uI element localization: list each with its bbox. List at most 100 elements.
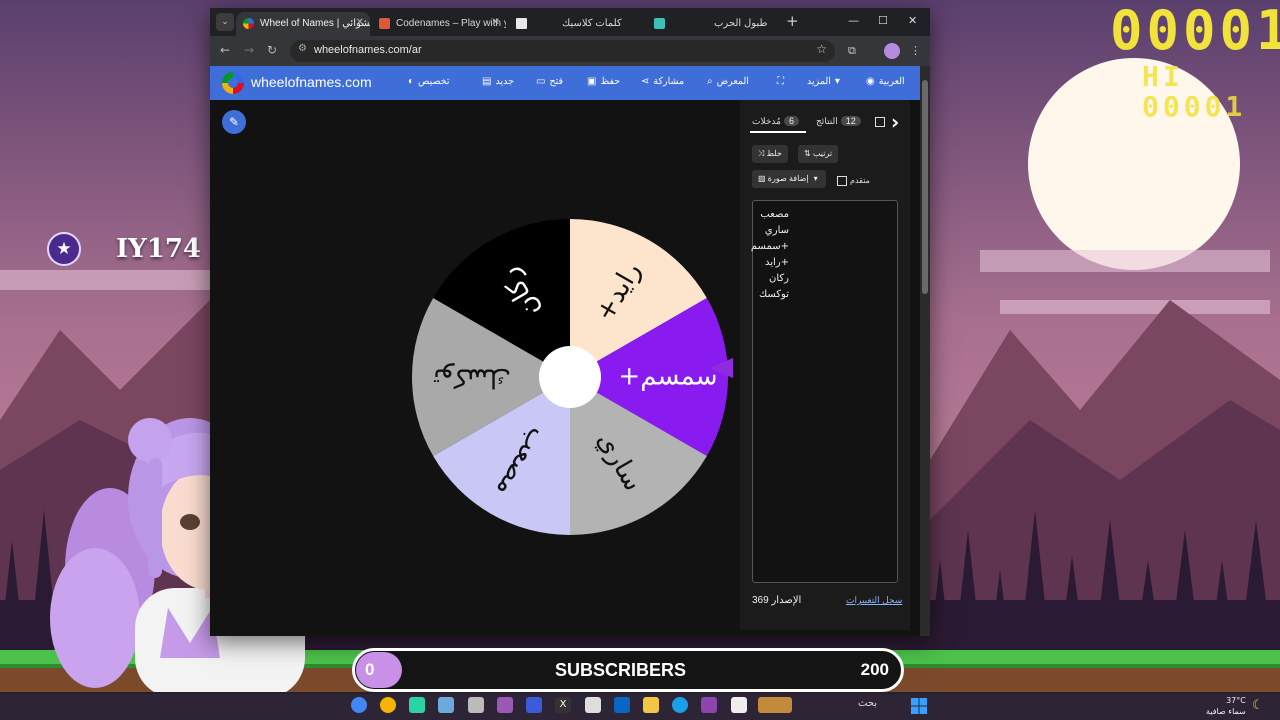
chevron-right-icon[interactable]: › [891, 110, 899, 134]
version-label: الإصدار 369 [752, 595, 802, 606]
hide-checkbox[interactable] [875, 117, 885, 127]
weather-widget[interactable]: 37°C سماء صافية [1206, 695, 1246, 717]
progress-fill [356, 652, 402, 688]
back-icon[interactable]: ← [220, 43, 230, 57]
wheel-pointer [709, 358, 733, 378]
windows-start-icon[interactable] [910, 697, 928, 715]
image-icon: ▨ [758, 174, 768, 183]
menu-more[interactable]: المزيد ▾ [807, 76, 844, 87]
tab-title: طبول الحرب [714, 18, 768, 29]
tab-entries[interactable]: مُدخلات 6 [752, 116, 802, 127]
profile-avatar[interactable] [884, 43, 900, 59]
save-icon: ▣ [587, 76, 597, 87]
maximize-icon[interactable]: ☐ [878, 14, 888, 27]
app-icon[interactable] [409, 697, 425, 713]
list-item: توكسك [758, 289, 789, 300]
app-icon[interactable] [497, 697, 513, 713]
wheel-page: ✎ +رايد +سمسم ساري مصعب توكسك ركان مُدخلات 6 ا… [210, 100, 920, 636]
reload-icon[interactable]: ↻ [267, 43, 277, 57]
subscriber-goal-bar: 0 SUBSCRIBERS 200 [352, 648, 904, 692]
tab-wheel-of-names[interactable]: Wheel of Names | عجلة الأسماء العشوائي ✕ [236, 12, 370, 36]
menu-gallery[interactable]: ⌕ المعرض [707, 76, 749, 87]
close-icon[interactable]: ✕ [492, 17, 500, 28]
address-bar[interactable]: ⚙ wheelofnames.com/ar ☆ [290, 40, 835, 62]
list-item: +سمسم [750, 241, 789, 252]
tab-title: Wheel of Names | عجلة الأسماء العشوائي [260, 18, 370, 29]
streamer-handle: IY174 [116, 234, 201, 264]
app-icon[interactable] [438, 697, 454, 713]
close-icon[interactable]: ✕ [356, 17, 364, 28]
menu-save[interactable]: ▣ حفظ [587, 76, 620, 87]
tab-search-button[interactable]: ⌄ [216, 13, 234, 31]
entries-count-badge: 6 [783, 116, 799, 126]
wheel-logo-icon[interactable] [222, 72, 244, 94]
forward-icon[interactable]: → [244, 43, 254, 57]
tab-title: كلمات كلاسيك [562, 18, 622, 29]
edge-icon[interactable] [672, 697, 688, 713]
tab-classic-words[interactable]: كلمات كلاسيك [508, 12, 642, 36]
shuffle-button[interactable]: ⤨ خلط [752, 145, 788, 163]
tab-war-drums[interactable]: طبول الحرب [646, 12, 780, 36]
close-window-icon[interactable]: ✕ [908, 14, 917, 27]
changelog-link[interactable]: سجل التغييرات [846, 595, 902, 606]
site-name[interactable]: wheelofnames.com [251, 74, 372, 90]
palette-icon: ◐ [408, 76, 415, 87]
moon-icon: ☾ [1252, 698, 1264, 713]
folder-icon[interactable] [643, 697, 659, 713]
x-icon[interactable]: X [555, 697, 571, 713]
browser-toolbar: ← → ↻ ⚙ wheelofnames.com/ar ☆ ⧉ ⋮ [210, 36, 930, 66]
site-header: wheelofnames.com ◐ تخصيص ▤ جديد ▭ فتح ▣ حفظ … [210, 66, 930, 100]
minimize-icon[interactable]: — [848, 14, 859, 27]
weather-condition: سماء صافية [1206, 707, 1246, 716]
subscriber-label: SUBSCRIBERS [555, 660, 687, 680]
chrome-icon[interactable] [351, 697, 367, 713]
app-icon[interactable] [585, 697, 601, 713]
app-icon[interactable] [526, 697, 542, 713]
outlook-icon[interactable] [614, 697, 630, 713]
menu-kebab-icon[interactable]: ⋮ [910, 44, 921, 57]
tab-results[interactable]: النتائج 12 [816, 116, 864, 127]
new-tab-button[interactable]: + [786, 14, 799, 29]
wheel-hub[interactable] [539, 346, 601, 408]
wheel[interactable]: +رايد+سمسمساريمصعبتوكسكركان [405, 212, 735, 542]
app-icon[interactable] [731, 697, 747, 713]
entries-panel: مُدخلات 6 النتائج 12 › ⤨ خلط ⇅ ترتيب ▨ إضا… [740, 100, 910, 630]
results-count-badge: 12 [840, 116, 861, 126]
menu-customize[interactable]: ◐ تخصيص [408, 76, 450, 87]
edit-pencil-button[interactable]: ✎ [222, 110, 246, 134]
doc-favicon-icon [516, 18, 527, 29]
taskbar-search[interactable]: بحث [858, 698, 877, 709]
sort-button[interactable]: ⇅ ترتيب [798, 145, 839, 163]
subscriber-goal: 200 [860, 660, 889, 679]
wheel-favicon-icon [243, 18, 254, 29]
menu-share[interactable]: ⋖ مشاركة [641, 76, 684, 87]
bookmark-star-icon[interactable]: ☆ [816, 42, 827, 56]
add-image-button[interactable]: ▨ إضافة صورة ▾ [752, 170, 826, 188]
widget-icon[interactable] [758, 697, 792, 713]
share-icon: ⋖ [641, 76, 650, 87]
game-favicon-icon [654, 18, 665, 29]
app-icon[interactable] [701, 697, 717, 713]
menu-new[interactable]: ▤ جديد [482, 76, 514, 87]
scroll-thumb[interactable] [922, 80, 928, 294]
extensions-icon[interactable]: ⧉ [848, 44, 856, 58]
tab-codenames[interactable]: Codenames – Play with your friends ✕ [372, 12, 506, 36]
chrome-alt-icon[interactable] [380, 697, 396, 713]
temperature: 37°C [1226, 696, 1246, 705]
fullscreen-icon: ⛶ [777, 76, 784, 87]
app-icon[interactable] [468, 697, 484, 713]
folder-icon: ▭ [536, 76, 546, 87]
advanced-label: متقدم [850, 176, 870, 185]
tab-strip: ⌄ Wheel of Names | عجلة الأسماء العشوائي… [210, 8, 930, 36]
fullscreen-button[interactable]: ⛶ [777, 76, 788, 87]
hiscore-counter: HI 00001 [1142, 60, 1247, 123]
wheel-segment-label: +سمسم [618, 362, 717, 392]
list-item: ساري [764, 225, 789, 236]
site-info-icon[interactable]: ⚙ [298, 43, 307, 54]
score-counter: 00001 [1110, 0, 1280, 62]
entries-textarea[interactable]: مصعب ساري +سمسم +رايد ركان توكسك [750, 200, 898, 583]
menu-open[interactable]: ▭ فتح [536, 76, 563, 87]
advanced-checkbox[interactable] [837, 176, 847, 186]
menu-language[interactable]: ◉ العربية [866, 76, 905, 87]
active-tab-indicator [750, 131, 806, 133]
